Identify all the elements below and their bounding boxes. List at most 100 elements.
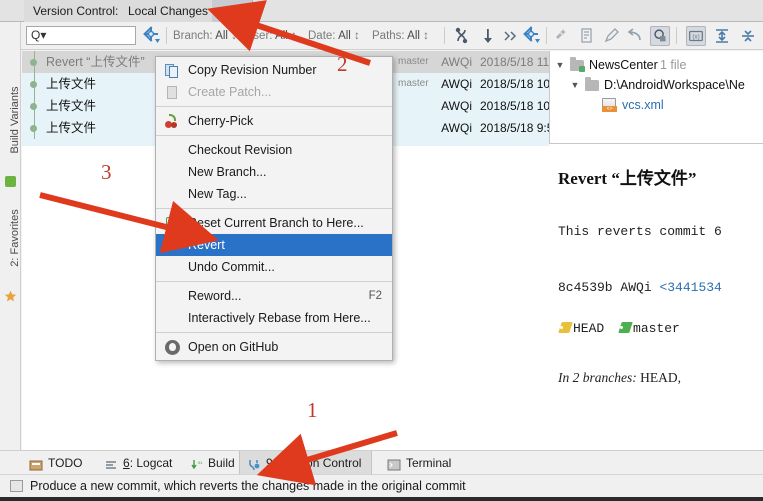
menu-item-undo-commit[interactable]: Undo Commit... — [156, 256, 392, 278]
window-bottom-edge — [0, 497, 763, 501]
filter-date[interactable]: Date: All ↕ — [308, 27, 360, 45]
commit-ref-label: master — [398, 56, 429, 67]
menu-item-checkout-revision[interactable]: Checkout Revision — [156, 139, 392, 161]
commit-author: AWQi — [441, 99, 472, 113]
commit-details-hash-line: 8c4539b AWQi <3441534 — [558, 280, 722, 295]
commit-author: AWQi — [441, 77, 472, 91]
sidebar-item-favorites[interactable]: 2: Favorites — [0, 197, 21, 282]
diff-icon[interactable] — [578, 26, 598, 46]
tab-log[interactable]: Log — [212, 0, 254, 22]
menu-item-reset-current-branch-to-here[interactable]: Reset Current Branch to Here... — [156, 212, 392, 234]
filter-paths[interactable]: Paths: All ↕ — [372, 27, 429, 45]
menu-separator — [156, 208, 392, 209]
chevron-updown-icon: ↕ — [291, 30, 297, 42]
filter-branch[interactable]: Branch: All ↕ — [173, 27, 237, 45]
log-settings-gear-icon[interactable] — [522, 26, 542, 46]
reset-branch-icon — [165, 216, 180, 231]
tool-window-bar: TODO 6: Logcat 01 Build 9: Version Contr… — [0, 450, 763, 475]
status-bar: Produce a new commit, which reverts the … — [0, 474, 763, 497]
menu-item-label: Reset Current Branch to Here... — [188, 216, 364, 230]
graph-node-icon — [30, 103, 37, 110]
head-tag-icon — [558, 322, 573, 333]
commit-subject: 上传文件 — [46, 121, 97, 135]
file-count: 1 file — [660, 58, 687, 72]
expand-all-icon[interactable] — [712, 26, 732, 46]
highlight-icon[interactable] — [552, 26, 572, 46]
menu-item-open-on-github[interactable]: Open on GitHub — [156, 336, 392, 358]
tool-tab-version-control[interactable]: 9: Version Control — [239, 451, 373, 475]
sidebar-item-build-variants[interactable]: Build Variants — [0, 72, 21, 167]
ref-master-label: master — [633, 321, 680, 336]
status-bar-text: Produce a new commit, which reverts the … — [30, 479, 466, 493]
intellisort-icon[interactable] — [452, 26, 472, 46]
commit-subject: 上传文件 — [46, 99, 97, 113]
logcat-icon — [104, 456, 118, 470]
commit-date: 2018/5/18 10:01 — [480, 99, 549, 113]
graph-node-icon — [30, 81, 37, 88]
hint-icon — [10, 480, 23, 492]
menu-separator — [156, 281, 392, 282]
tool-tab-label: Build — [208, 456, 235, 470]
tool-tab-terminal[interactable]: Terminal — [380, 451, 461, 475]
collapse-down-icon[interactable] — [478, 26, 498, 46]
tool-tab-logcat[interactable]: 6: Logcat — [97, 451, 182, 475]
tool-tab-todo[interactable]: TODO — [22, 451, 92, 475]
commit-date: 2018/5/18 10:48 — [480, 77, 549, 91]
filter-user-value: All — [275, 30, 288, 42]
menu-item-new-branch[interactable]: New Branch... — [156, 161, 392, 183]
menu-item-interactively-rebase-from-here[interactable]: Interactively Rebase from Here... — [156, 307, 392, 329]
search-input[interactable]: Q▾ — [26, 26, 136, 45]
expand-more-icon[interactable] — [500, 26, 520, 46]
filter-user[interactable]: User: All ↕ — [245, 27, 297, 45]
commit-hash: 8c4539b — [558, 280, 613, 295]
filter-branch-label: Branch: — [173, 30, 213, 42]
xml-file-icon — [602, 98, 617, 112]
menu-item-new-tag[interactable]: New Tag... — [156, 183, 392, 205]
github-icon — [165, 340, 180, 355]
group-by-icon[interactable]: (x) — [686, 26, 706, 46]
svg-text:(x): (x) — [692, 34, 699, 41]
terminal-icon — [387, 456, 401, 471]
menu-item-cherry-pick[interactable]: Cherry-Pick — [156, 110, 392, 132]
version-control-tabstrip: Version Control: Local Changes Log — [0, 0, 763, 22]
menu-item-copy-revision-number[interactable]: Copy Revision Number — [156, 59, 392, 81]
menu-item-label: Undo Commit... — [188, 260, 275, 274]
commit-details-body: This reverts commit 6 — [558, 224, 722, 239]
commit-date: 2018/5/18 11:22 — [480, 55, 549, 69]
commit-details-email: <3441534 — [659, 280, 722, 295]
commit-context-menu[interactable]: Copy Revision Number Create Patch... Che… — [155, 56, 393, 361]
filter-date-value: All — [338, 30, 351, 42]
tab-local-changes[interactable]: Local Changes — [118, 0, 220, 22]
menu-separator — [156, 332, 392, 333]
filter-user-label: User: — [245, 30, 273, 42]
revert-icon[interactable] — [626, 26, 646, 46]
filter-paths-label: Paths: — [372, 30, 405, 42]
menu-item-reword[interactable]: Reword... F2 — [156, 285, 392, 307]
version-control-label: Version Control: — [24, 0, 129, 22]
menu-item-label: New Tag... — [188, 187, 247, 201]
tree-row-module-label: NewsCenter — [589, 58, 658, 72]
edit-icon[interactable] — [602, 26, 622, 46]
left-tool-strip: Build Variants 2: Favorites — [0, 22, 21, 450]
menu-item-revert[interactable]: Revert — [156, 234, 392, 256]
menu-item-label: Open on GitHub — [188, 340, 279, 354]
cherry-icon — [165, 114, 180, 129]
collapse-all-icon[interactable] — [738, 26, 758, 46]
chevron-updown-icon: ↕ — [231, 30, 237, 42]
svg-text:01: 01 — [198, 460, 203, 465]
tool-tab-build[interactable]: 01 Build — [182, 451, 245, 475]
menu-item-label: Reword... — [188, 289, 242, 303]
chevron-down-icon[interactable]: ▼ — [569, 75, 581, 95]
toolbar-separator — [546, 27, 547, 44]
commit-date: 2018/5/18 9:51 — [480, 121, 549, 135]
settings-gear-icon[interactable] — [142, 26, 162, 46]
annotation-number-3: 3 — [101, 160, 112, 184]
commit-subject: 上传文件 — [46, 77, 97, 91]
filter-branch-value: All — [215, 30, 228, 42]
graph-node-icon — [30, 125, 37, 132]
menu-item-label: Copy Revision Number — [188, 63, 317, 77]
tool-tab-label: TODO — [48, 456, 83, 470]
branches-value: HEAD, — [640, 370, 681, 385]
show-details-icon[interactable] — [650, 26, 670, 46]
chevron-down-icon[interactable]: ▼ — [554, 55, 566, 75]
